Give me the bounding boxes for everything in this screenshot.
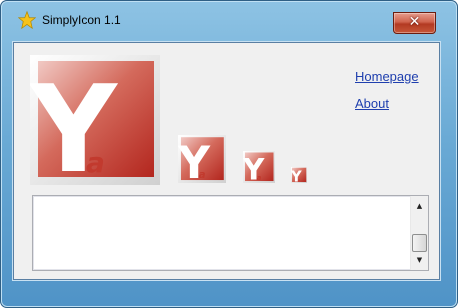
scroll-up-icon[interactable]: ▲: [411, 198, 428, 215]
homepage-link[interactable]: Homepage: [355, 69, 419, 84]
icon-letter-a: a: [257, 174, 262, 182]
scroll-down-icon[interactable]: ▼: [411, 252, 428, 269]
title-bar[interactable]: SimplyIcon 1.1 ✕: [0, 0, 458, 34]
ya-icon-tiny: Y a: [291, 167, 307, 183]
icon-letter-a: a: [199, 169, 206, 181]
icon-letter-y: Y: [243, 153, 265, 183]
star-icon: [18, 11, 36, 29]
icon-letter-a: a: [86, 146, 105, 179]
vertical-scrollbar[interactable]: ▲ ▼: [410, 196, 428, 270]
ya-icon-small: Y a: [243, 151, 275, 183]
ya-icon-medium: Y a: [178, 135, 226, 183]
output-textarea[interactable]: ▲ ▼: [32, 195, 429, 271]
icon-letter-y: Y: [30, 61, 119, 185]
close-icon: ✕: [408, 14, 421, 30]
icon-letter-y: Y: [178, 138, 211, 183]
window-title: SimplyIcon 1.1: [42, 13, 121, 27]
about-link[interactable]: About: [355, 96, 389, 111]
close-button[interactable]: ✕: [393, 12, 436, 34]
ya-icon-large: Y a: [30, 55, 160, 185]
window-frame: SimplyIcon 1.1 ✕ Y a Y a Y a Y a Homepag…: [0, 0, 458, 308]
scroll-thumb[interactable]: [412, 234, 427, 252]
icon-letter-y: Y: [291, 168, 302, 183]
client-area: Y a Y a Y a Y a Homepage About ▲ ▼: [13, 42, 440, 280]
